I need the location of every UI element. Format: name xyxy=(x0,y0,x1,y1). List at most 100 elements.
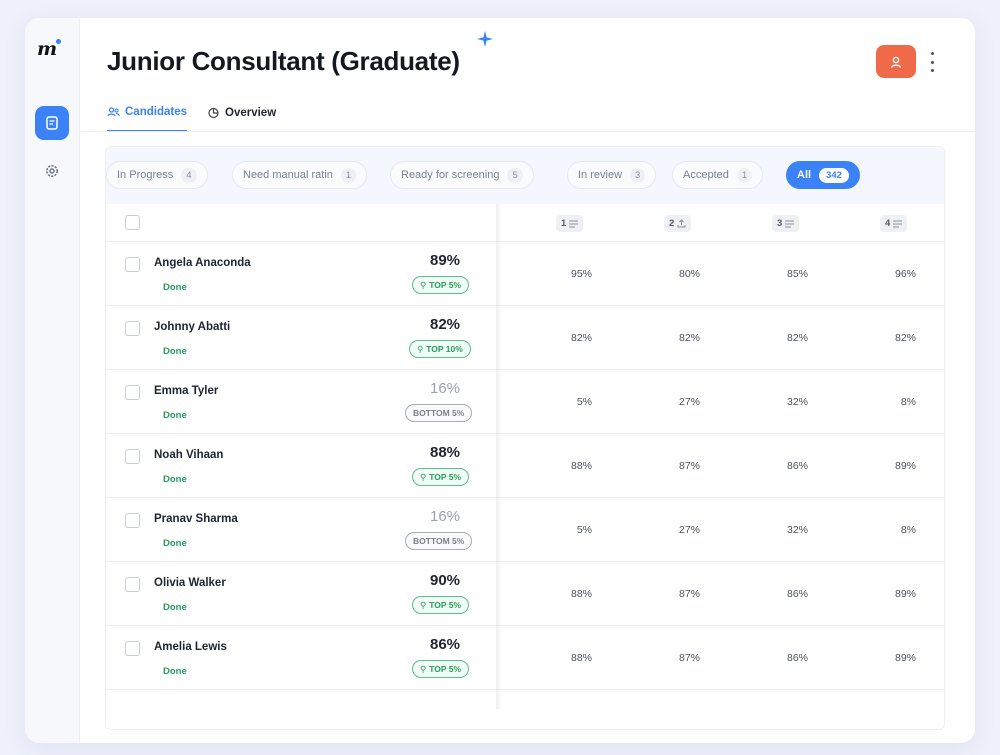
frozen-column-shadow xyxy=(496,204,502,709)
table-row[interactable]: Angela Anaconda Done 89% ⚲ TOP 5% 95% 80%… xyxy=(106,242,944,306)
user-icon xyxy=(890,56,902,68)
sidebar: m xyxy=(25,18,80,743)
pin-icon: ⚲ xyxy=(417,343,424,354)
list-icon xyxy=(785,220,795,227)
table-row[interactable]: Olivia Walker Done 90% ⚲ TOP 5% 88% 87% 8… xyxy=(106,562,944,626)
candidate-name[interactable]: Pranav Sharma xyxy=(154,513,238,525)
filter-bar: In Progress 4 Need manual ratin 1 Ready … xyxy=(106,147,944,204)
tabs-divider xyxy=(80,131,975,132)
pin-icon: ⚲ xyxy=(420,599,427,610)
table-row[interactable]: Emma Tyler Done 16% BOTTOM 5% 5% 27% 32%… xyxy=(106,370,944,434)
column-label: 1 xyxy=(561,218,567,229)
candidate-name[interactable]: Emma Tyler xyxy=(154,385,218,397)
score-cell: 85% xyxy=(786,268,808,280)
score-cell: 5% xyxy=(576,396,592,408)
list-icon xyxy=(893,220,903,227)
filter-ready-for-screening[interactable]: Ready for screening 5 xyxy=(390,161,534,189)
rank-badge-label: TOP 5% xyxy=(429,472,462,482)
filter-count: 1 xyxy=(736,167,753,183)
column-header-2[interactable]: 2 xyxy=(664,215,692,232)
overall-score: 88% xyxy=(429,444,461,461)
select-all-checkbox[interactable] xyxy=(125,215,140,230)
overall-score: 90% xyxy=(429,572,461,589)
score-cell: 88% xyxy=(570,652,592,664)
filter-in-progress[interactable]: In Progress 4 xyxy=(106,161,208,189)
list-icon xyxy=(569,220,579,227)
score-cell: 82% xyxy=(678,332,700,344)
status-badge: Done xyxy=(163,410,187,421)
tab-label: Overview xyxy=(225,107,277,119)
overall-score: 16% xyxy=(429,380,461,397)
filter-all[interactable]: All 342 xyxy=(786,161,860,189)
filter-accepted[interactable]: Accepted 1 xyxy=(672,161,764,189)
score-cell: 87% xyxy=(678,652,700,664)
column-label: 2 xyxy=(669,218,675,229)
candidate-name[interactable]: Angela Anaconda xyxy=(154,257,251,269)
rank-badge-label: TOP 5% xyxy=(429,664,462,674)
score-cell: 86% xyxy=(786,460,808,472)
table-row[interactable]: Amelia Lewis Done 86% ⚲ TOP 5% 88% 87% 86… xyxy=(106,626,944,690)
column-label: 4 xyxy=(885,218,891,229)
row-checkbox[interactable] xyxy=(125,385,140,400)
score-cell: 8% xyxy=(900,524,916,536)
more-options-icon[interactable] xyxy=(927,52,937,72)
user-avatar-button[interactable] xyxy=(876,45,916,78)
tab-label: Candidates xyxy=(125,106,187,118)
score-cell: 89% xyxy=(894,460,916,472)
score-cell: 88% xyxy=(570,460,592,472)
row-checkbox[interactable] xyxy=(125,257,140,272)
rank-badge-label: TOP 5% xyxy=(429,600,462,610)
filter-in-review[interactable]: In review 3 xyxy=(567,161,657,189)
row-checkbox[interactable] xyxy=(125,449,140,464)
rank-badge: ⚲ TOP 5% xyxy=(412,276,470,294)
candidates-panel: In Progress 4 Need manual ratin 1 Ready … xyxy=(105,146,945,730)
sidebar-item-settings[interactable] xyxy=(35,154,69,188)
table-row[interactable]: Noah Vihaan Done 88% ⚲ TOP 5% 88% 87% 86%… xyxy=(106,434,944,498)
candidate-name[interactable]: Amelia Lewis xyxy=(154,641,227,653)
more-dot xyxy=(930,69,934,72)
overall-score: 86% xyxy=(429,636,461,653)
score-cell: 32% xyxy=(786,396,808,408)
column-header-1[interactable]: 1 xyxy=(556,215,584,232)
sidebar-item-documents[interactable] xyxy=(35,106,69,140)
tab-overview[interactable]: Overview xyxy=(207,102,276,132)
rank-badge: ⚲ TOP 10% xyxy=(409,340,471,358)
column-header-4[interactable]: 4 xyxy=(880,215,908,232)
filter-need-manual-rating[interactable]: Need manual ratin 1 xyxy=(232,161,368,189)
upload-icon xyxy=(677,219,686,228)
pin-icon: ⚲ xyxy=(420,663,427,674)
status-badge: Done xyxy=(163,346,187,357)
filter-label: In review xyxy=(578,169,623,181)
sparkle-icon[interactable] xyxy=(477,31,493,47)
filter-count: 4 xyxy=(181,167,197,183)
more-dot xyxy=(930,60,934,64)
logo-dot xyxy=(56,39,62,44)
score-cell: 27% xyxy=(678,396,700,408)
score-cell: 95% xyxy=(570,268,592,280)
tab-candidates[interactable]: Candidates xyxy=(107,102,187,132)
status-badge: Done xyxy=(163,666,187,677)
app-window: m Junior Consultant (Graduate) Candidate… xyxy=(25,18,975,743)
score-cell: 86% xyxy=(786,588,808,600)
table-row[interactable]: Pranav Sharma Done 16% BOTTOM 5% 5% 27% … xyxy=(106,498,944,562)
row-checkbox[interactable] xyxy=(125,513,140,528)
score-cell: 5% xyxy=(576,524,592,536)
tab-bar: Candidates Overview xyxy=(107,102,276,132)
column-header-3[interactable]: 3 xyxy=(772,215,800,232)
app-logo[interactable]: m xyxy=(37,38,62,60)
candidate-name[interactable]: Noah Vihaan xyxy=(154,449,223,461)
row-checkbox[interactable] xyxy=(125,641,140,656)
gear-icon xyxy=(46,165,58,177)
score-cell: 88% xyxy=(570,588,592,600)
filter-count: 342 xyxy=(819,167,849,183)
filter-label: Accepted xyxy=(683,169,729,181)
score-cell: 32% xyxy=(786,524,808,536)
row-checkbox[interactable] xyxy=(125,577,140,592)
candidate-name[interactable]: Olivia Walker xyxy=(154,577,226,589)
score-cell: 80% xyxy=(678,268,700,280)
score-cell: 82% xyxy=(570,332,592,344)
table-row[interactable]: Johnny Abatti Done 82% ⚲ TOP 10% 82% 82% … xyxy=(106,306,944,370)
pin-icon: ⚲ xyxy=(420,471,427,482)
candidate-name[interactable]: Johnny Abatti xyxy=(154,321,230,333)
row-checkbox[interactable] xyxy=(125,321,140,336)
